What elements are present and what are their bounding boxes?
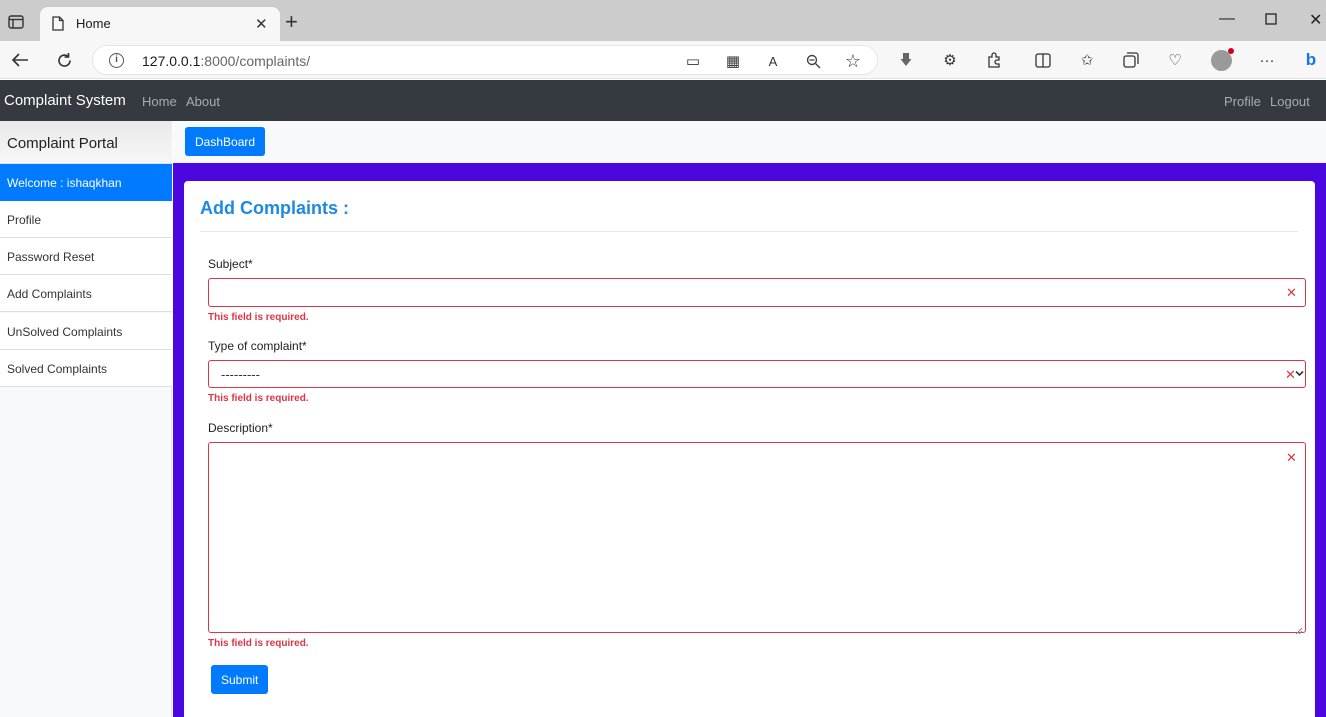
sidebar-item-profile[interactable]: Profile <box>0 201 172 238</box>
split-screen-icon[interactable] <box>1032 49 1054 71</box>
form-title: Add Complaints : <box>200 198 349 218</box>
site-info-icon[interactable]: i <box>109 53 124 68</box>
browser-toolbar: i 127.0.0.1:8000/complaints/ ▭ ▦ A ☆ ⚙ ✩… <box>0 41 1326 79</box>
sidebar-item-solved-complaints[interactable]: Solved Complaints <box>0 350 172 387</box>
description-error-icon: ✕ <box>1286 450 1297 465</box>
sidebar-item-label: Solved Complaints <box>7 362 108 376</box>
subject-error: This field is required. <box>208 312 309 323</box>
page-icon <box>52 16 64 36</box>
sidebar-heading: Complaint Portal <box>0 121 172 164</box>
extension-gear-icon[interactable]: ⚙ <box>939 49 961 71</box>
dashboard-button[interactable]: DashBoard <box>185 127 266 156</box>
bing-copilot-icon[interactable]: b <box>1300 49 1322 71</box>
new-tab-icon[interactable]: + <box>285 11 298 33</box>
sidebar-item-label: Add Complaints <box>7 287 92 301</box>
dashboard-bar: DashBoard <box>173 121 1326 163</box>
maximize-icon[interactable] <box>1265 12 1277 30</box>
description-textarea[interactable] <box>208 442 1306 633</box>
minimize-icon[interactable]: — <box>1219 10 1235 28</box>
extensions-icon[interactable] <box>983 49 1005 71</box>
nav-link-home[interactable]: Home <box>142 94 177 109</box>
sidebar-item-add-complaints[interactable]: Add Complaints <box>0 275 172 312</box>
submit-button[interactable]: Submit <box>211 665 269 694</box>
subject-label: Subject* <box>208 257 253 271</box>
sidebar-item-unsolved-complaints[interactable]: UnSolved Complaints <box>0 313 172 350</box>
description-error: This field is required. <box>208 638 309 649</box>
type-select[interactable]: --------- <box>208 360 1306 388</box>
type-error: This field is required. <box>208 393 309 404</box>
url-host: 127.0.0.1 <box>142 53 201 69</box>
reload-icon[interactable] <box>53 49 75 71</box>
nav-link-logout[interactable]: Logout <box>1270 94 1310 109</box>
sidebar-item-label: Welcome : ishaqkhan <box>7 176 122 190</box>
url-text: 127.0.0.1:8000/complaints/ <box>142 53 310 69</box>
tab-actions-icon[interactable] <box>6 12 26 32</box>
window-close-icon[interactable]: ✕ <box>1309 10 1322 30</box>
favorites-icon[interactable]: ✩ <box>1076 49 1098 71</box>
address-bar[interactable]: i 127.0.0.1:8000/complaints/ ▭ ▦ A ☆ <box>92 45 878 75</box>
apps-icon[interactable]: ▦ <box>722 50 744 72</box>
resize-handle-icon[interactable] <box>1295 622 1303 640</box>
zoom-out-icon[interactable] <box>802 50 824 72</box>
sidebar-item-label: UnSolved Complaints <box>7 325 123 339</box>
app-navbar: Complaint System Home About Profile Logo… <box>0 80 1326 121</box>
favorite-star-icon[interactable]: ☆ <box>842 50 864 72</box>
chevron-down-icon <box>1295 369 1304 380</box>
type-label: Type of complaint* <box>208 339 307 353</box>
navbar-brand[interactable]: Complaint System <box>4 92 126 109</box>
subject-error-icon: ✕ <box>1286 285 1297 300</box>
sidebar-item-label: Password Reset <box>7 250 95 264</box>
nav-link-about[interactable]: About <box>186 94 220 109</box>
title-divider <box>200 231 1298 232</box>
subject-input[interactable] <box>208 278 1306 307</box>
profile-avatar-icon[interactable] <box>1210 47 1234 71</box>
close-tab-icon[interactable]: ✕ <box>255 15 268 33</box>
add-complaint-card: Add Complaints : Subject* ✕ This field i… <box>184 181 1315 717</box>
nav-link-profile[interactable]: Profile <box>1224 94 1261 109</box>
download-icon[interactable] <box>895 49 917 71</box>
browser-tab[interactable]: Home ✕ <box>40 7 280 41</box>
sidebar-item-label: Profile <box>7 213 42 227</box>
description-label: Description* <box>208 421 273 435</box>
read-aloud-icon[interactable]: A <box>762 50 784 72</box>
url-path: :8000/complaints/ <box>200 53 311 69</box>
browser-essentials-icon[interactable]: ♡ <box>1164 49 1186 71</box>
type-selected-value: --------- <box>221 366 260 382</box>
collections-icon[interactable] <box>1120 49 1142 71</box>
sidebar-title: Complaint Portal <box>7 135 118 152</box>
device-icon[interactable]: ▭ <box>682 50 704 72</box>
tab-title: Home <box>76 16 111 31</box>
browser-tabstrip: Home ✕ + — ✕ <box>0 0 1326 41</box>
sidebar-item-welcome[interactable]: Welcome : ishaqkhan <box>0 164 172 201</box>
back-icon[interactable] <box>9 49 31 71</box>
more-options-icon[interactable]: ··· <box>1256 49 1278 71</box>
sidebar-item-password-reset[interactable]: Password Reset <box>0 238 172 275</box>
sidebar: Complaint Portal Welcome : ishaqkhan Pro… <box>0 121 172 717</box>
